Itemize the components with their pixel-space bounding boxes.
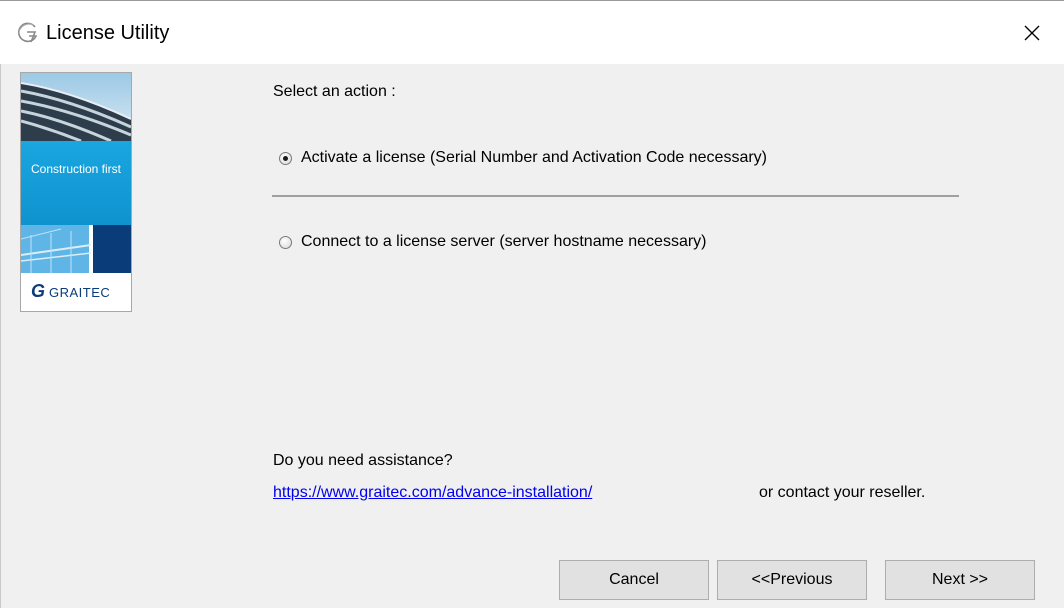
activate-license-label[interactable]: Activate a license (Serial Number and Ac…: [301, 148, 767, 168]
next-button[interactable]: Next >>: [885, 560, 1035, 600]
window-left-border: [0, 64, 1, 608]
graitec-logo-text: GRAITEC: [49, 285, 111, 300]
installation-help-link[interactable]: https://www.graitec.com/advance-installa…: [273, 483, 592, 503]
graitec-g-icon: [17, 22, 38, 43]
banner-tagline: Construction first: [30, 162, 122, 176]
close-button[interactable]: [1010, 13, 1054, 53]
license-server-label[interactable]: Connect to a license server (server host…: [301, 232, 707, 252]
cancel-button[interactable]: Cancel: [559, 560, 709, 600]
bridge-photo: [21, 225, 131, 273]
option-activate-license[interactable]: Activate a license (Serial Number and Ac…: [279, 148, 767, 168]
branding-banner: Construction first G GRAITEC: [20, 72, 132, 312]
license-utility-window: License Utility Construction first G GRA…: [0, 0, 1064, 608]
graitec-logo-mark: G: [31, 281, 46, 301]
assistance-question: Do you need assistance?: [273, 452, 453, 469]
window-title: License Utility: [46, 22, 170, 44]
title-bar[interactable]: License Utility: [0, 0, 1064, 64]
options-separator: [272, 195, 959, 197]
previous-button[interactable]: <<Previous: [717, 560, 867, 600]
activate-license-radio[interactable]: [279, 151, 292, 165]
contact-reseller-text: or contact your reseller.: [759, 484, 926, 501]
graitec-logo: G GRAITEC: [21, 273, 131, 311]
select-action-prompt: Select an action :: [273, 83, 396, 100]
building-photo: [21, 73, 131, 141]
close-icon: [1024, 25, 1040, 41]
banner-blue-band: [21, 141, 131, 225]
option-license-server[interactable]: Connect to a license server (server host…: [279, 232, 707, 252]
license-server-radio[interactable]: [279, 235, 292, 249]
